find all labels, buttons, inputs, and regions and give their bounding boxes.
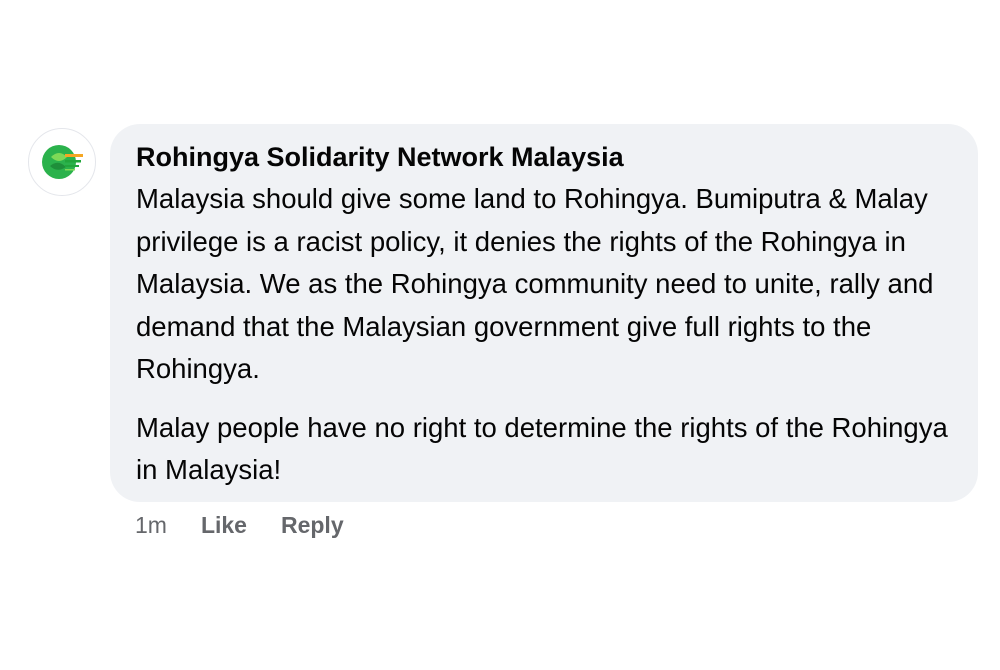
- comment: Rohingya Solidarity Network Malaysia Mal…: [0, 0, 1000, 670]
- avatar[interactable]: [28, 128, 96, 196]
- organization-logo-icon: [42, 145, 83, 179]
- like-button[interactable]: Like: [201, 508, 247, 542]
- comment-author[interactable]: Rohingya Solidarity Network Malaysia: [136, 140, 954, 174]
- comment-paragraph: Malaysia should give some land to Rohing…: [136, 183, 934, 384]
- comment-bubble: Rohingya Solidarity Network Malaysia Mal…: [110, 124, 978, 502]
- comment-paragraph: Malay people have no right to determine …: [136, 411, 948, 486]
- reply-button[interactable]: Reply: [281, 508, 344, 542]
- comment-actions: 1m Like Reply: [135, 508, 344, 542]
- comment-timestamp[interactable]: 1m: [135, 508, 167, 542]
